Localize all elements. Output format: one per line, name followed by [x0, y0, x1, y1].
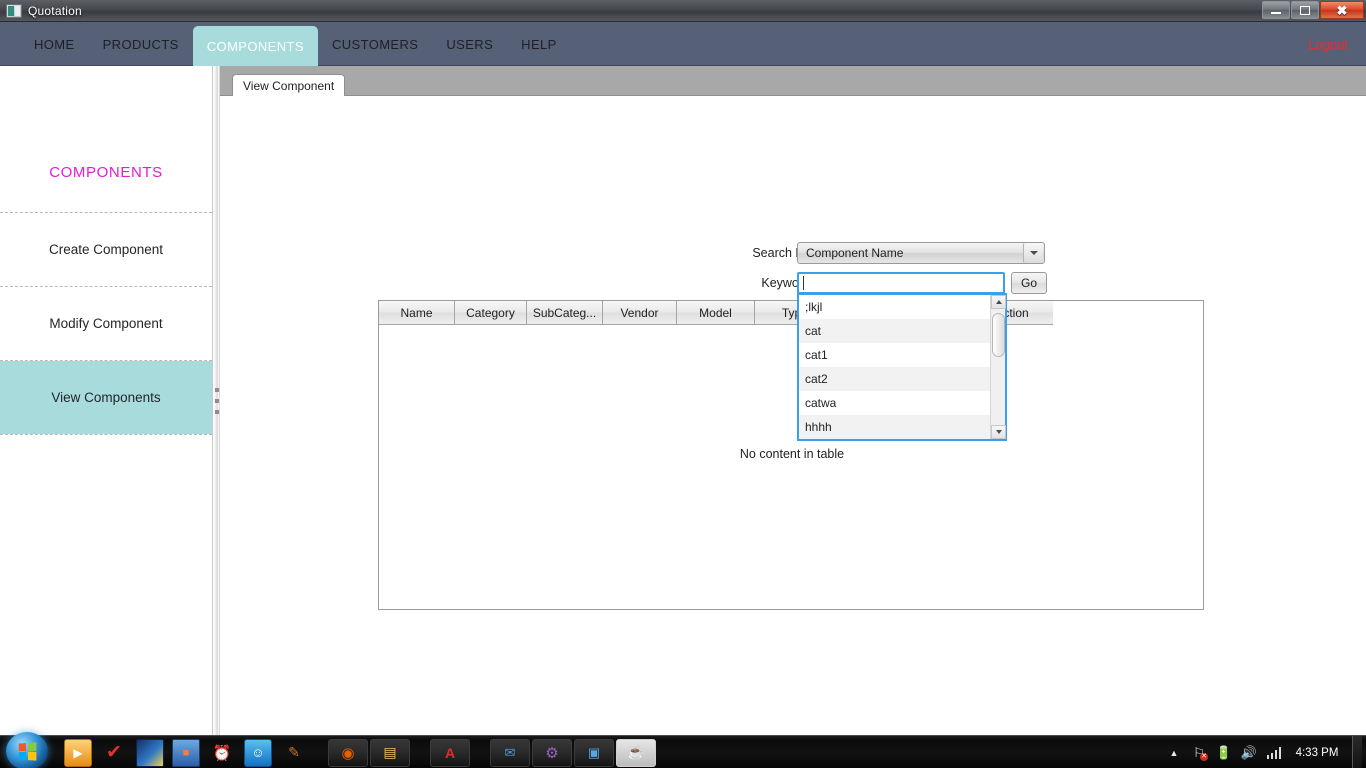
- window-controls: ✖: [1262, 1, 1364, 19]
- title-bar[interactable]: Quotation ✖: [0, 0, 1366, 22]
- autocomplete-item[interactable]: cat2: [799, 367, 990, 391]
- clock-app-icon[interactable]: ⏰: [208, 739, 236, 767]
- nav-item-components[interactable]: COMPONENTS: [192, 26, 318, 66]
- outlook-icon[interactable]: ✉: [490, 738, 530, 767]
- minimize-icon: [1271, 12, 1281, 14]
- search-by-dropdown[interactable]: Component Name: [797, 242, 1045, 264]
- picture-icon[interactable]: [136, 738, 164, 767]
- nav-items: HOME PRODUCTS COMPONENTS CUSTOMERS USERS…: [0, 22, 1366, 66]
- autocomplete-list: ;lkjl cat cat1 cat2 catwa hhhh: [799, 295, 990, 439]
- autocomplete-item[interactable]: cat1: [799, 343, 990, 367]
- taskbar: ▶ ✔ ■ ⏰ ☺ ✎ ◉ ▤ A ✉ ⚙ ▣ ☕ ▲ ⚐ ✕ 🔋 🔊 4:33…: [0, 732, 1366, 768]
- close-icon: ✖: [1336, 2, 1348, 18]
- tab-view-component[interactable]: View Component: [232, 74, 346, 96]
- photo-viewer-icon[interactable]: ▣: [574, 738, 614, 767]
- keyword-input[interactable]: [797, 272, 1005, 294]
- projector-icon[interactable]: ■: [172, 738, 200, 767]
- application-window: Quotation ✖ HOME PRODUCTS COMPONENTS CUS…: [0, 0, 1366, 735]
- nav-item-home[interactable]: HOME: [20, 22, 89, 66]
- taskbar-icons: ▶ ✔ ■ ⏰ ☺ ✎ ◉ ▤ A ✉ ⚙ ▣ ☕: [64, 736, 656, 768]
- autocomplete-item[interactable]: ;lkjl: [799, 295, 990, 319]
- text-caret: [803, 276, 804, 290]
- column-header-name[interactable]: Name: [379, 301, 455, 325]
- minimize-button[interactable]: [1262, 1, 1290, 19]
- autocomplete-item[interactable]: catwa: [799, 391, 990, 415]
- action-center-icon[interactable]: ⚐ ✕: [1191, 745, 1208, 761]
- autocomplete-item[interactable]: cat: [799, 319, 990, 343]
- table-header-row: Name Category SubCateg... Vendor Model T…: [379, 301, 1203, 325]
- check-mark-icon[interactable]: ✔: [100, 739, 128, 767]
- windows-logo-icon: [18, 741, 37, 761]
- nav-item-help[interactable]: HELP: [507, 22, 571, 66]
- paint-icon[interactable]: ✎: [280, 739, 308, 767]
- window-title: Quotation: [28, 3, 82, 18]
- taskbar-running-apps-2: A: [430, 738, 470, 767]
- search-by-row: Search By: [500, 246, 810, 260]
- autocomplete-popup: ;lkjl cat cat1 cat2 catwa hhhh: [797, 293, 1007, 441]
- keyword-label: Keyword: [761, 276, 810, 290]
- autocomplete-item[interactable]: hhhh: [799, 415, 990, 439]
- main-navigation: HOME PRODUCTS COMPONENTS CUSTOMERS USERS…: [0, 22, 1366, 66]
- taskbar-clock[interactable]: 4:33 PM: [1291, 747, 1343, 759]
- volume-icon[interactable]: 🔊: [1241, 745, 1257, 761]
- app-icon: [6, 3, 22, 18]
- sidebar-item-view-components[interactable]: View Components: [0, 361, 212, 434]
- sidebar-divider: [0, 434, 212, 435]
- start-button[interactable]: [6, 732, 48, 768]
- scrollbar-thumb[interactable]: [992, 313, 1005, 357]
- firefox-icon[interactable]: ◉: [328, 738, 368, 767]
- nav-item-customers[interactable]: CUSTOMERS: [318, 22, 432, 66]
- sidebar-item-modify-component[interactable]: Modify Component: [0, 287, 212, 360]
- column-header-category[interactable]: Category: [455, 301, 527, 325]
- sidebar-splitter[interactable]: [212, 66, 220, 735]
- media-player-icon[interactable]: ▶: [64, 738, 92, 767]
- screen: Quotation ✖ HOME PRODUCTS COMPONENTS CUS…: [0, 0, 1366, 768]
- sidebar-item-create-component[interactable]: Create Component: [0, 213, 212, 286]
- sidebar: COMPONENTS Create Component Modify Compo…: [0, 66, 212, 735]
- tab-strip: View Component: [220, 66, 1366, 96]
- settings-gear-icon[interactable]: ⚙: [532, 738, 572, 767]
- content-area: View Component Search By Component Name …: [220, 66, 1366, 735]
- scroll-up-icon[interactable]: [991, 295, 1006, 309]
- column-header-model[interactable]: Model: [677, 301, 755, 325]
- messenger-icon[interactable]: ☺: [244, 738, 272, 767]
- show-desktop-button[interactable]: [1352, 736, 1362, 768]
- taskbar-running-apps: ◉ ▤: [328, 738, 410, 767]
- battery-icon[interactable]: 🔋: [1216, 745, 1232, 761]
- show-hidden-icons-arrow-icon[interactable]: ▲: [1166, 745, 1182, 761]
- close-button[interactable]: ✖: [1320, 1, 1364, 19]
- empty-table-message: No content in table: [739, 447, 845, 461]
- search-by-value: Component Name: [806, 246, 904, 260]
- go-button[interactable]: Go: [1011, 272, 1047, 294]
- column-header-vendor[interactable]: Vendor: [603, 301, 677, 325]
- taskbar-running-apps-3: ✉ ⚙ ▣ ☕: [490, 738, 656, 767]
- logout-link[interactable]: Logout: [1308, 22, 1348, 66]
- system-tray: ▲ ⚐ ✕ 🔋 🔊 4:33 PM: [1166, 736, 1366, 768]
- keyword-row: Keyword: [500, 276, 810, 290]
- scroll-down-icon[interactable]: [991, 425, 1006, 439]
- file-explorer-icon[interactable]: ▤: [370, 738, 410, 767]
- splitter-grip-icon: [215, 388, 219, 414]
- java-app-icon[interactable]: ☕: [616, 738, 656, 767]
- autocomplete-scrollbar[interactable]: [990, 295, 1006, 439]
- tab-panel: Search By Component Name Keyword Go Name: [220, 96, 1366, 735]
- sidebar-title: COMPONENTS: [49, 163, 163, 181]
- column-header-subcategory[interactable]: SubCateg...: [527, 301, 603, 325]
- network-icon[interactable]: [1266, 746, 1282, 759]
- nav-item-products[interactable]: PRODUCTS: [89, 22, 193, 66]
- components-table: Name Category SubCateg... Vendor Model T…: [378, 300, 1204, 610]
- chevron-down-icon[interactable]: [1023, 243, 1043, 263]
- adobe-reader-icon[interactable]: A: [430, 738, 470, 767]
- nav-item-users[interactable]: USERS: [432, 22, 507, 66]
- search-by-label: Search By: [752, 246, 810, 260]
- restore-button[interactable]: [1291, 1, 1319, 19]
- restore-icon: [1300, 5, 1310, 15]
